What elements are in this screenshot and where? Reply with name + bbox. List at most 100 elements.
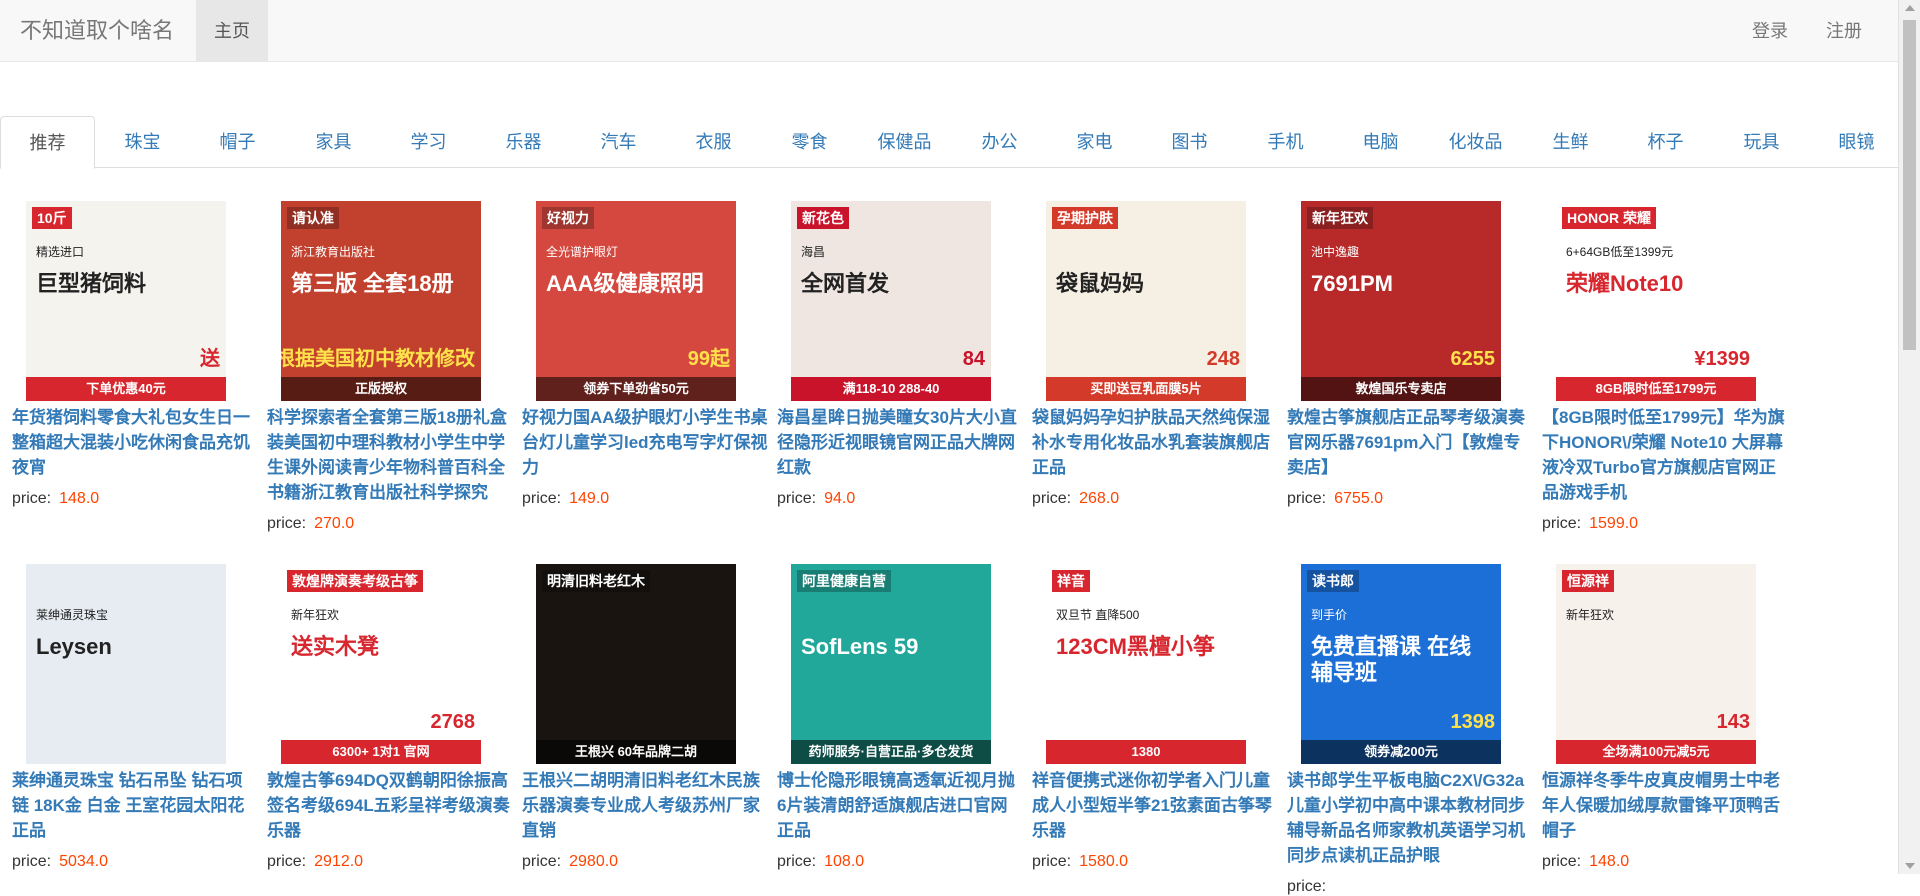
price-row: price: 148.0 [12,490,99,508]
product-title-link[interactable]: 【8GB限时低至1799元】华为旗下HONOR\/荣耀 Note10 大屏幕液冷… [1542,405,1788,505]
product-image[interactable]: 10斤 巨型猪饲料 精选进口 下单优惠40元 送 [26,201,226,401]
price-label: price: [522,490,562,507]
price-row: price: [1287,878,1334,896]
price-label: price: [522,853,562,870]
price-row: price: 149.0 [522,490,609,508]
tab-9[interactable]: 保健品 [857,116,952,168]
image-promo-band: 正版授权 [281,377,481,401]
image-promo-band: 买即送豆乳面膜5片 [1046,377,1246,401]
price-row: price: 5034.0 [12,853,108,871]
product-title-link[interactable]: 科学探索者全套第三版18册礼盒装美国初中理科教材小学生中学生课外阅读青少年物科普… [267,405,513,505]
product-title-link[interactable]: 王根兴二胡明清旧料老红木民族乐器演奏专业成人考级苏州厂家直销 [522,768,768,843]
image-badge-text: 新年狂欢 [1307,207,1373,229]
scroll-down-arrow-icon[interactable] [1905,863,1915,869]
tab-1[interactable]: 珠宝 [95,116,190,168]
image-subtext: 双旦节 直降500 [1056,608,1140,622]
price-row: price: 94.0 [777,490,855,508]
tab-4[interactable]: 学习 [381,116,476,168]
product-image[interactable]: 新花色全网首发 海昌满118-10 288-40 84 [791,201,991,401]
product-title-link[interactable]: 莱绅通灵珠宝 钻石吊坠 钻石项链 18K金 白金 王室花园太阳花正品 [12,768,258,843]
image-promo-band: 1380 [1046,740,1246,764]
tab-3[interactable]: 家具 [286,116,381,168]
product-image[interactable]: Leysen 莱绅通灵珠宝 [26,564,226,764]
price-value: 108.0 [824,853,865,870]
scrollbar-thumb[interactable] [1903,20,1916,350]
product-image[interactable]: 祥音 123CM黑檀小筝 双旦节 直降500 1380 [1046,564,1246,764]
product-image[interactable]: HONOR 荣耀 荣耀Note10 6+64GB低至1399元 8GB限时低至1799… [1556,201,1756,401]
image-subtext: 莱绅通灵珠宝 [36,608,109,622]
tab-15[interactable]: 化妆品 [1428,116,1523,168]
product-title-link[interactable]: 读书郎学生平板电脑C2X\/G32a儿童小学初中高中课本教材同步辅导新品名师家教… [1287,768,1533,868]
image-corner-text: 6255 [1450,348,1496,370]
product-title-link[interactable]: 敦煌古筝旗舰店正品琴考级演奏官网乐器7691pm入门【敦煌专卖店】 [1287,405,1533,480]
image-badge-text: 祥音 [1052,570,1090,592]
image-headline-text: 全网首发 [801,271,890,296]
tab-11[interactable]: 家电 [1047,116,1142,168]
image-subtext: 海昌 [801,245,826,259]
image-promo-band: 敦煌国乐专卖店 [1301,377,1501,401]
product-image[interactable]: 恒源祥 新年狂欢 全场满100元减5元 143 [1556,564,1756,764]
product-image[interactable]: 请认准 第三版 全套18册 浙江教育出版社 正版授权 根据美国初中教材修改 [281,201,481,401]
tab-13[interactable]: 手机 [1238,116,1333,168]
tab-5[interactable]: 乐器 [476,116,571,168]
price-row: price: 1580.0 [1032,853,1128,871]
tab-10[interactable]: 办公 [952,116,1047,168]
tab-12[interactable]: 图书 [1142,116,1237,168]
brand-logo[interactable]: 不知道取个啥名 [20,0,174,62]
tab-6[interactable]: 汽车 [571,116,666,168]
image-badge-text: 请认准 [287,207,339,229]
register-link[interactable]: 注册 [1826,0,1862,62]
price-row: price: 108.0 [777,853,864,871]
product-title-link[interactable]: 敦煌古筝694DQ双鹤朝阳徐振高签名考级694L五彩呈祥考级演奏乐器 [267,768,513,843]
product-image[interactable]: 明清旧料老红木 王根兴 60年品牌二胡 [536,564,736,764]
tab-17[interactable]: 杯子 [1618,116,1713,168]
price-label: price: [12,853,52,870]
image-promo-band: 全场满100元减5元 [1556,740,1756,764]
tab-2[interactable]: 帽子 [190,116,285,168]
price-label: price: [777,490,817,507]
image-promo-band: 6300+ 1对1 官网 [281,740,481,764]
product-title-link[interactable]: 好视力国AA级护眼灯小学生书桌台灯儿童学习led充电写字灯保视力 [522,405,768,480]
tab-8[interactable]: 零食 [762,116,857,168]
product-title-link[interactable]: 恒源祥冬季牛皮真皮帽男士中老年人保暖加绒厚款雷锋平顶鸭舌帽子 [1542,768,1788,843]
image-headline-text: 123CM黑檀小筝 [1056,634,1215,659]
nav-home-link[interactable]: 主页 [196,0,268,62]
image-badge-text: 新花色 [797,207,849,229]
image-promo-band: 满118-10 288-40 [791,377,991,401]
scroll-up-arrow-icon[interactable] [1905,5,1915,11]
image-promo-band: 领券下单劲省50元 [536,377,736,401]
image-badge-text: HONOR 荣耀 [1562,207,1656,229]
product-image[interactable]: 阿里健康自营 SofLens 59 药师服务·自营正品·多仓发货 [791,564,991,764]
price-label: price: [1542,853,1582,870]
price-row: price: 268.0 [1032,490,1119,508]
tab-18[interactable]: 玩具 [1714,116,1809,168]
image-headline-text: AAA级健康照明 [546,271,704,296]
tab-7[interactable]: 衣服 [666,116,761,168]
product-title-link[interactable]: 年货猪饲料零食大礼包女生日一整箱超大混装小吃休闲食品充饥夜宵 [12,405,258,480]
product-image[interactable]: 好视力 AAA级健康照明 全光谱护眼灯 领券下单劲省50元 99起 [536,201,736,401]
product-image[interactable]: 敦煌牌演奏考级古筝 送实木凳 新年狂欢 6300+ 1对1 官网 2768 [281,564,481,764]
product-title-link[interactable]: 祥音便携式迷你初学者入门儿童成人小型短半筝21弦素面古筝琴乐器 [1032,768,1278,843]
image-promo-band: 下单优惠40元 [26,377,226,401]
product-title-link[interactable]: 袋鼠妈妈孕妇护肤品天然纯保湿补水专用化妆品水乳套装旗舰店正品 [1032,405,1278,480]
image-corner-text: 84 [962,348,985,370]
image-promo-band: 8GB限时低至1799元 [1556,377,1756,401]
page-scrollbar[interactable] [1898,0,1920,874]
login-link[interactable]: 登录 [1752,0,1788,62]
product-title-link[interactable]: 海昌星眸日抛美瞳女30片大小直径隐形近视眼镜官网正品大牌网红款 [777,405,1023,480]
tab-16[interactable]: 生鲜 [1523,116,1618,168]
image-headline-text: SofLens 59 [801,634,919,659]
image-badge-text: 读书郎 [1307,570,1359,592]
product-image[interactable]: 新年狂欢 7691PM 池中逸趣 敦煌国乐专卖店 6255 [1301,201,1501,401]
price-value: 2980.0 [569,853,619,870]
image-badge-text: 阿里健康自营 [797,570,891,592]
price-label: price: [1287,878,1327,895]
product-title-link[interactable]: 博士伦隐形眼镜高透氧近视月抛6片装清朗舒适旗舰店进口官网正品 [777,768,1023,843]
tab-14[interactable]: 电脑 [1333,116,1428,168]
tab-0[interactable]: 推荐 [0,116,95,169]
price-label: price: [1287,490,1327,507]
product-image[interactable]: 读书郎 免费直播课 在线辅导班 到手价 领券减200元 1398 [1301,564,1501,764]
price-label: price: [267,853,307,870]
product-image[interactable]: 孕期护肤 袋鼠妈妈 买即送豆乳面膜5片 248 [1046,201,1246,401]
tab-19[interactable]: 眼镜 [1809,116,1904,168]
